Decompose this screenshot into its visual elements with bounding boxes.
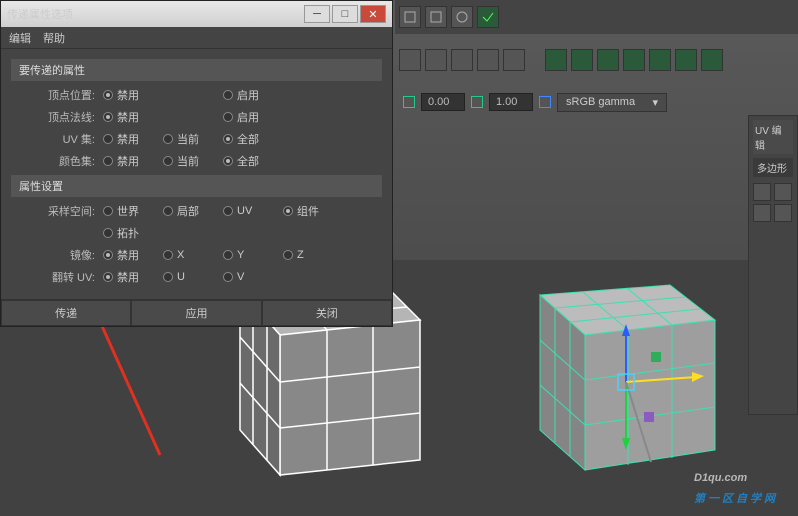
shelf-icon[interactable]	[597, 49, 619, 71]
shelf-icon[interactable]	[675, 49, 697, 71]
menu-edit[interactable]: 编辑	[9, 30, 31, 46]
shelf-icon[interactable]	[649, 49, 671, 71]
shelf-icon[interactable]	[503, 49, 525, 71]
row-uv-set: UV 集: 禁用 当前 全部	[11, 129, 382, 149]
menu-help[interactable]: 帮助	[43, 30, 65, 46]
row-label: 采样空间:	[11, 203, 103, 219]
shelf-icon[interactable]	[425, 49, 447, 71]
shelf-icon[interactable]	[477, 49, 499, 71]
radio-enable[interactable]: 启用	[223, 109, 283, 125]
row-color-set: 颜色集: 禁用 当前 全部	[11, 151, 382, 171]
toggle-icon[interactable]	[539, 96, 551, 108]
uv-tool-icon[interactable]	[774, 183, 792, 201]
radio-topology[interactable]: 拓扑	[103, 225, 163, 241]
radio-world[interactable]: 世界	[103, 203, 163, 219]
radio-all[interactable]: 全部	[223, 131, 283, 147]
close-dialog-button[interactable]: 关闭	[262, 300, 392, 326]
row-label: 镜像:	[11, 247, 103, 263]
radio-disable[interactable]: 禁用	[103, 153, 163, 169]
uv-tool-icon[interactable]	[774, 204, 792, 222]
top-toolbar-2	[395, 40, 798, 80]
tool-icon[interactable]	[425, 6, 447, 28]
radio-all[interactable]: 全部	[223, 153, 283, 169]
maximize-button[interactable]: □	[332, 5, 358, 23]
uv-editor-panel: UV 编辑 多边形	[748, 115, 798, 415]
dialog-menubar: 编辑 帮助	[1, 27, 392, 49]
select-value: sRGB gamma	[566, 96, 635, 108]
uv-tool-icon[interactable]	[753, 204, 771, 222]
tool-icon[interactable]	[399, 6, 421, 28]
row-label: 颜色集:	[11, 153, 103, 169]
watermark: D1qu.com 第一区自学网	[694, 448, 778, 506]
row-mirror: 镜像: 禁用 X Y Z	[11, 245, 382, 265]
row-label: 顶点法线:	[11, 109, 103, 125]
tool-icon[interactable]	[451, 6, 473, 28]
row-vertex-position: 顶点位置: 禁用 启用	[11, 85, 382, 105]
radio-disable[interactable]: 禁用	[103, 87, 163, 103]
radio-disable[interactable]: 禁用	[103, 269, 163, 285]
radio-y[interactable]: Y	[223, 249, 283, 261]
row-label: 顶点位置:	[11, 87, 103, 103]
radio-enable[interactable]: 启用	[223, 87, 283, 103]
gamma-field[interactable]: 1.00	[489, 93, 533, 111]
bracket-icon[interactable]	[471, 96, 483, 108]
radio-v[interactable]: V	[223, 271, 283, 283]
close-button[interactable]: ✕	[360, 5, 386, 23]
section-header: 要传递的属性	[11, 59, 382, 81]
transfer-button[interactable]: 传递	[1, 300, 131, 326]
radio-current[interactable]: 当前	[163, 153, 223, 169]
radio-local[interactable]: 局部	[163, 203, 223, 219]
dialog-title-text: 传递属性选项	[7, 6, 73, 22]
shelf-icon[interactable]	[451, 49, 473, 71]
radio-z[interactable]: Z	[283, 249, 343, 261]
radio-component[interactable]: 组件	[283, 203, 343, 219]
row-label: UV 集:	[11, 131, 103, 147]
uv-panel-title: UV 编辑	[753, 120, 793, 154]
minimize-button[interactable]: ─	[304, 5, 330, 23]
radio-uv[interactable]: UV	[223, 205, 283, 217]
shelf-icon[interactable]	[623, 49, 645, 71]
radio-u[interactable]: U	[163, 271, 223, 283]
row-label: 翻转 UV:	[11, 269, 103, 285]
row-flip-uv: 翻转 UV: 禁用 U V	[11, 267, 382, 287]
radio-x[interactable]: X	[163, 249, 223, 261]
bracket-icon[interactable]	[403, 96, 415, 108]
shelf-icon[interactable]	[571, 49, 593, 71]
shelf-icon[interactable]	[701, 49, 723, 71]
chevron-down-icon: ▾	[652, 96, 658, 109]
dialog-titlebar[interactable]: 传递属性选项 ─ □ ✕	[1, 1, 392, 27]
dialog-button-bar: 传递 应用 关闭	[1, 299, 392, 326]
uv-tool-icon[interactable]	[753, 183, 771, 201]
shelf-icon[interactable]	[545, 49, 567, 71]
radio-disable[interactable]: 禁用	[103, 247, 163, 263]
radio-current[interactable]: 当前	[163, 131, 223, 147]
top-toolbar-1	[395, 0, 798, 34]
colorspace-select[interactable]: sRGB gamma ▾	[557, 93, 667, 112]
apply-button[interactable]: 应用	[131, 300, 261, 326]
row-sample-space-2: 拓扑	[11, 223, 382, 243]
display-bar: 0.00 1.00 sRGB gamma ▾	[395, 90, 798, 114]
tool-icon-active[interactable]	[477, 6, 499, 28]
transfer-attrs-dialog: 传递属性选项 ─ □ ✕ 编辑 帮助 要传递的属性 顶点位置: 禁用 启用 顶点…	[0, 0, 393, 327]
shelf-icon[interactable]	[399, 49, 421, 71]
radio-disable[interactable]: 禁用	[103, 131, 163, 147]
radio-disable[interactable]: 禁用	[103, 109, 163, 125]
cube-object-2-selected[interactable]	[510, 220, 750, 483]
row-vertex-normal: 顶点法线: 禁用 启用	[11, 107, 382, 127]
section-header: 属性设置	[11, 175, 382, 197]
uv-tab[interactable]: 多边形	[753, 158, 793, 177]
row-sample-space: 采样空间: 世界 局部 UV 组件	[11, 201, 382, 221]
exposure-field[interactable]: 0.00	[421, 93, 465, 111]
